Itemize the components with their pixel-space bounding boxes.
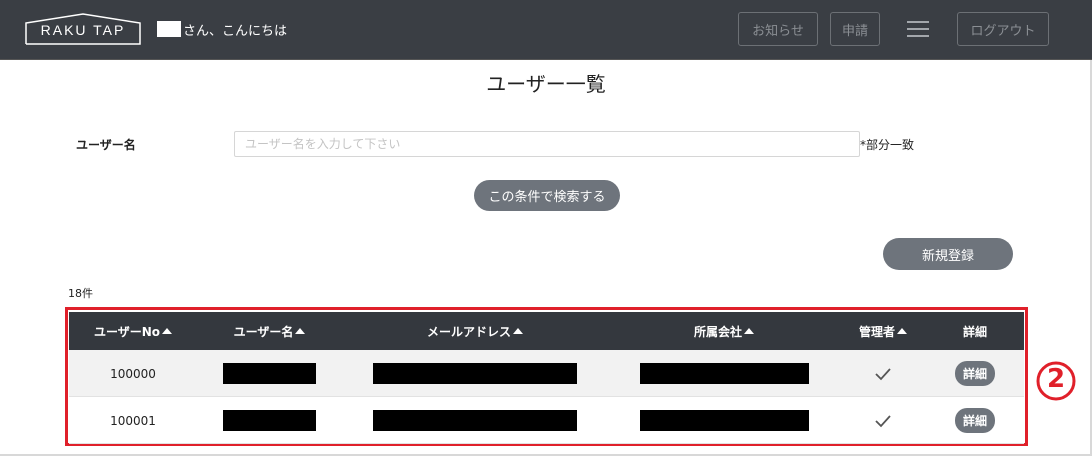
detail-button[interactable]: 詳細 (955, 361, 995, 386)
table-row: 100001 詳細 (69, 397, 1024, 444)
username-redacted (157, 21, 181, 37)
cell-detail: 詳細 (926, 350, 1024, 397)
checkmark-icon (875, 367, 891, 380)
annotation-number: 2 (1046, 364, 1066, 394)
notice-button[interactable]: お知らせ (738, 12, 818, 46)
partial-match-note: *部分一致 (860, 138, 915, 152)
column-header-label: ユーザーNo (93, 324, 161, 339)
column-header-label: ユーザー名 (233, 324, 294, 339)
sort-asc-icon (897, 328, 907, 334)
hamburger-menu-icon[interactable] (907, 19, 929, 39)
annotation-number-two: 2 (1035, 360, 1077, 402)
cell-user-no: 100000 (110, 366, 156, 381)
sort-asc-icon (295, 328, 306, 334)
redacted-email (373, 363, 577, 384)
search-button[interactable]: この条件で検索する (474, 180, 620, 211)
logo-text: RAKU TAP (40, 22, 126, 38)
cell-detail: 詳細 (926, 397, 1024, 444)
cell-admin (840, 397, 926, 444)
sort-asc-icon (162, 328, 173, 334)
result-count: 18件 (68, 287, 93, 300)
column-header-label: 所属会社 (693, 324, 742, 339)
cell-user-name (197, 397, 342, 444)
redacted-company (639, 410, 809, 431)
sort-asc-icon (513, 328, 523, 334)
table-row: 100000 詳細 (69, 350, 1024, 397)
apply-button[interactable]: 申請 (830, 12, 880, 46)
cell-user-name (197, 350, 342, 397)
app-header: RAKU TAP さん、こんにちは お知らせ 申請 ログアウト (0, 0, 1092, 60)
cell-company (608, 397, 840, 444)
checkmark-icon (875, 414, 891, 427)
greeting-text: さん、こんにちは (183, 23, 288, 39)
new-registration-button[interactable]: 新規登録 (883, 238, 1013, 270)
cell-email (342, 397, 608, 444)
raku-tap-logo[interactable]: RAKU TAP (25, 13, 141, 45)
column-header-user-name[interactable]: ユーザー名 (197, 312, 342, 350)
cell-company (608, 350, 840, 397)
greeting: さん、こんにちは (157, 19, 287, 39)
table-header: ユーザーNo ユーザー名 メールアドレス 所属会社 管理者 詳細 (69, 312, 1024, 350)
username-search-input[interactable] (234, 131, 860, 157)
username-search-label: ユーザー名 (76, 138, 136, 152)
column-header-email[interactable]: メールアドレス (342, 312, 608, 350)
detail-button[interactable]: 詳細 (955, 408, 995, 433)
column-header-user-no[interactable]: ユーザーNo (69, 312, 197, 350)
redacted-email (373, 410, 577, 431)
user-table: ユーザーNo ユーザー名 メールアドレス 所属会社 管理者 詳細 100000 … (69, 312, 1024, 444)
logout-button[interactable]: ログアウト (957, 12, 1049, 46)
column-header-label: 管理者 (858, 324, 895, 339)
redacted-user-name (223, 410, 316, 431)
cell-email (342, 350, 608, 397)
cell-user-no: 100001 (110, 413, 156, 428)
column-header-company[interactable]: 所属会社 (608, 312, 840, 350)
column-header-admin[interactable]: 管理者 (840, 312, 926, 350)
sort-asc-icon (744, 328, 754, 334)
column-header-detail: 詳細 (926, 312, 1024, 350)
cell-admin (840, 350, 926, 397)
column-header-label: 詳細 (962, 324, 987, 339)
redacted-user-name (223, 363, 316, 384)
column-header-label: メールアドレス (426, 324, 511, 339)
redacted-company (639, 363, 809, 384)
page-title: ユーザー一覧 (486, 72, 606, 96)
